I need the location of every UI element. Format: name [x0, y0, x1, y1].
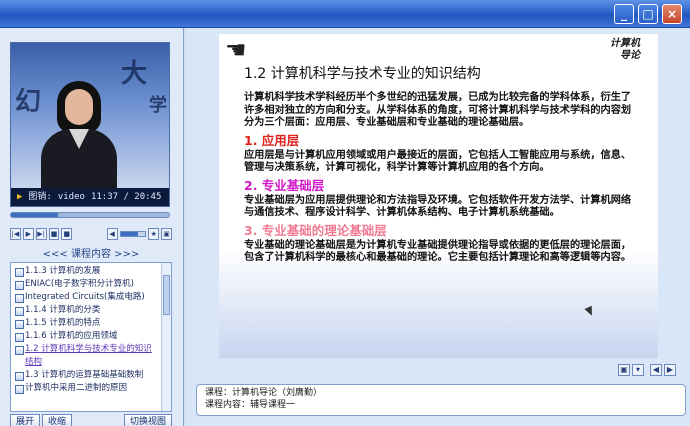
maximize-button[interactable]: □ — [638, 4, 658, 24]
toc-header[interactable]: <<< 课程内容 >>> — [10, 248, 172, 262]
toc-item[interactable]: 1.3 计算机的运算基础基础数制 — [13, 369, 159, 382]
title-bar: _ □ × — [0, 0, 690, 28]
collapse-button[interactable]: 收缩 — [42, 414, 73, 426]
slide-intro: 计算机科学技术学科经历半个多世纪的迅猛发展，已成为比较完备的学科体系，衍生了许多… — [244, 92, 632, 128]
slide-view-icon[interactable]: ▣ — [618, 364, 630, 376]
hand-cursor-icon: ☚ — [225, 36, 247, 64]
video-label: 图销: — [28, 192, 52, 202]
course-info: 课程：计算机导论（刘膺勤） 课程内容：辅导课程一 — [196, 384, 686, 416]
section-heading: 1. 应用层 — [244, 132, 300, 148]
presenter-face — [65, 89, 93, 125]
volume-down-icon[interactable]: ◀ — [106, 228, 118, 240]
prev-button[interactable]: |◀ — [10, 228, 21, 240]
section-text: 专业基础的理论基础层是为计算机专业基础提供理论指导或依据的更低层的理论层面，包含… — [244, 239, 632, 264]
play-button[interactable]: ▶ — [22, 228, 34, 240]
bookmark-icon[interactable]: ★ — [148, 228, 160, 240]
play-indicator-icon: ▶ — [17, 192, 23, 202]
toc-tree: 1.1.3 计算机的发展 ENIAC(电子数字积分计算机) Integrated C… — [10, 262, 172, 412]
slide: ☚ 计算机 导论 1.2 计算机科学与技术专业的知识结构 计算机科学技术学科经历… — [219, 34, 658, 358]
slide-next-icon[interactable]: ▶ — [664, 364, 676, 376]
course-logo: 计算机 导论 — [610, 38, 640, 61]
toc-buttons: 展开 收缩 切换视图 — [10, 414, 172, 426]
left-panel: 幻 大 学 ▶ 图销: video 11:37 / 20:45 |◀ ▶ ▶| … — [0, 28, 184, 426]
video-backdrop-char: 幻 — [15, 87, 42, 117]
pause-button[interactable]: ■ — [61, 228, 73, 240]
toc-item[interactable]: 1.1.5 计算机的特点 — [13, 317, 159, 330]
section-text: 专业基础层为应用层提供理论和方法指导及环境。它包括软件开发方法学、计算机网络与通… — [244, 194, 632, 219]
video-seek-fill — [11, 213, 59, 217]
close-button[interactable]: × — [662, 4, 682, 24]
toc-item[interactable]: 1.2 计算机科学与技术专业的知识结构 — [13, 343, 159, 369]
slide-toolbar: ▣ ▾ ◀ ▶ — [186, 364, 690, 380]
toc-item[interactable]: 1.1.6 计算机的应用领域 — [13, 330, 159, 343]
video-status-bar: ▶ 图销: video 11:37 / 20:45 — [11, 188, 169, 206]
slide-title: 1.2 计算机科学与技术专业的知识结构 — [244, 66, 481, 82]
slide-prev-icon[interactable]: ◀ — [650, 364, 662, 376]
switch-view-button[interactable]: 切换视图 — [123, 414, 172, 426]
next-button[interactable]: ▶| — [35, 228, 47, 240]
expand-button[interactable]: 展开 — [10, 414, 41, 426]
toc-item[interactable]: 1.1.4 计算机的分类 — [13, 304, 159, 317]
slide-body: 计算机科学技术学科经历半个多世纪的迅猛发展，已成为比较完备的学科体系，衍生了许多… — [244, 92, 639, 267]
toc-scroll-thumb[interactable] — [163, 275, 170, 315]
fullscreen-icon[interactable]: ▣ — [161, 228, 173, 240]
video-player[interactable]: 幻 大 学 ▶ 图销: video 11:37 / 20:45 — [10, 42, 170, 207]
toc-list: 1.1.3 计算机的发展 ENIAC(电子数字积分计算机) Integrated C… — [11, 263, 171, 395]
volume-slider[interactable] — [119, 231, 147, 237]
video-seek-bar[interactable] — [10, 212, 170, 218]
slide-menu-icon[interactable]: ▾ — [632, 364, 644, 376]
course-name: 课程：计算机导论（刘膺勤） — [205, 388, 323, 398]
section-heading: 2. 专业基础层 — [244, 177, 325, 193]
stop-button[interactable]: ■ — [48, 228, 60, 240]
section-text: 应用层是与计算机应用领域或用户最接近的层面，它包括人工智能应用与系统，信息、管理… — [244, 149, 632, 174]
video-backdrop-char: 大 — [121, 59, 148, 89]
player-controls: |◀ ▶ ▶| ■ ■ ◀ ★ ▣ — [10, 228, 173, 244]
minimize-button[interactable]: _ — [614, 4, 634, 24]
main-area: ☚ 计算机 导论 1.2 计算机科学与技术专业的知识结构 计算机科学技术学科经历… — [186, 28, 690, 426]
toc-item[interactable]: ENIAC(电子数字积分计算机) — [13, 278, 159, 291]
window-controls: _ □ × — [614, 4, 682, 24]
video-time: 11:37 / 20:45 — [90, 192, 162, 202]
video-frame: 幻 大 学 — [11, 43, 169, 189]
toc-item[interactable]: 1.1.3 计算机的发展 — [13, 265, 159, 278]
video-source: video — [57, 192, 85, 202]
toc-item[interactable]: Integrated Circuits(集成电路) — [13, 291, 159, 304]
course-content: 课程内容：辅导课程一 — [205, 400, 296, 410]
toc-scrollbar[interactable] — [161, 263, 171, 411]
section-heading: 3. 专业基础的理论基础层 — [244, 222, 387, 238]
video-backdrop-char: 学 — [149, 95, 167, 116]
toc-item[interactable]: 计算机中采用二进制的原因 — [13, 382, 159, 395]
